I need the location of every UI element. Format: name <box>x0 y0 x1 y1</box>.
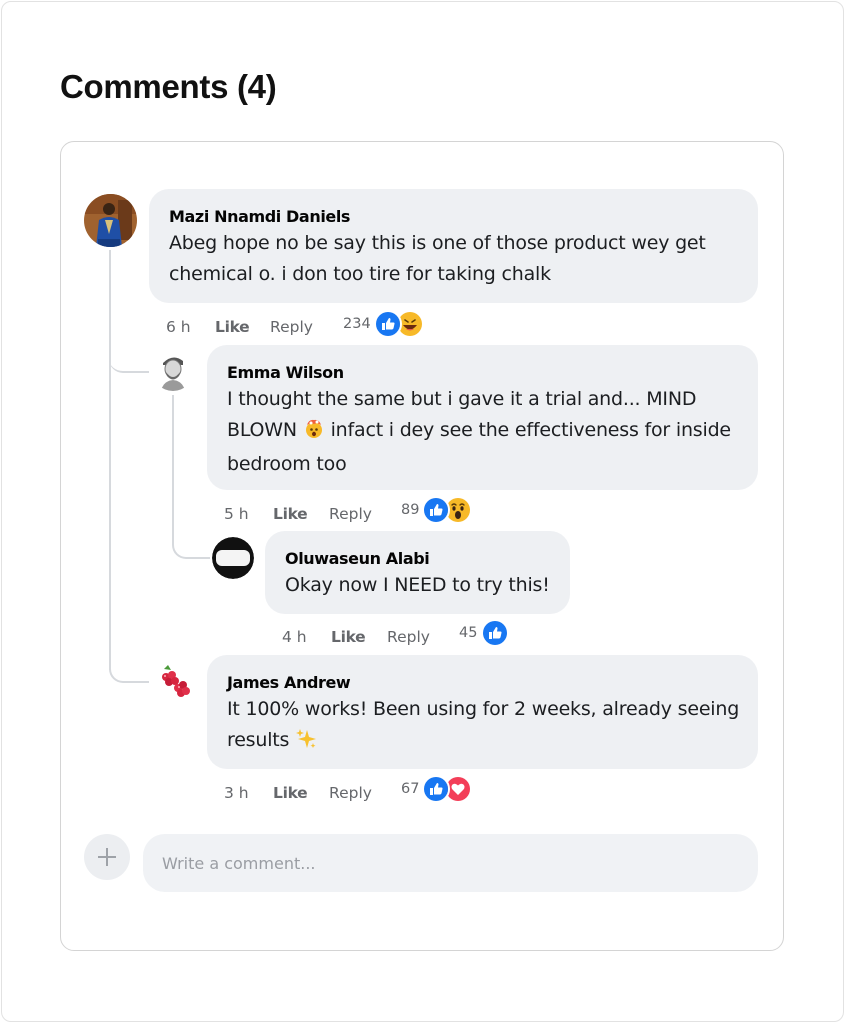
reaction-count[interactable]: 234 <box>343 316 371 332</box>
thread-connector-reply-4 <box>109 640 149 683</box>
like-button[interactable]: Like <box>331 628 366 646</box>
comment-text-line: bedroom too <box>227 453 347 475</box>
comment-text-line: results <box>227 729 290 751</box>
comment-text-line: Okay now I NEED to try this! <box>285 574 550 596</box>
comment-text-line: It 100% works! Been using for 2 weeks, a… <box>227 698 740 720</box>
comment-text: I thought the same but i gave it a trial… <box>227 384 731 480</box>
comment-author[interactable]: Oluwaseun Alabi <box>285 549 430 568</box>
comment-text: Okay now I NEED to try this! <box>285 570 550 601</box>
thread-connector-reply-1 <box>109 330 149 373</box>
reaction-count[interactable]: 67 <box>401 781 419 797</box>
comment-input[interactable] <box>143 834 758 892</box>
comment-text-line: BLOWN <box>227 419 297 441</box>
comment-author[interactable]: James Andrew <box>227 673 351 692</box>
like-icon[interactable] <box>481 619 509 647</box>
reaction-count[interactable]: 45 <box>459 625 477 641</box>
comment-text: Abeg hope no be say this is one of those… <box>169 228 706 290</box>
thread-line-main <box>109 250 111 670</box>
comment-author[interactable]: Emma Wilson <box>227 363 344 382</box>
exploding-head-emoji <box>303 417 325 449</box>
reply-button[interactable]: Reply <box>387 628 430 646</box>
thread-connector-reply-2 <box>172 520 210 559</box>
add-attachment-button[interactable] <box>84 834 130 880</box>
comment-time[interactable]: 6 h <box>166 318 191 336</box>
like-icon[interactable] <box>422 775 450 803</box>
like-button[interactable]: Like <box>273 505 308 523</box>
comment-text: It 100% works! Been using for 2 weeks, a… <box>227 694 739 759</box>
comment-author[interactable]: Mazi Nnamdi Daniels <box>169 207 350 226</box>
sparkles-emoji <box>295 727 317 759</box>
like-icon[interactable] <box>422 496 450 524</box>
reply-button[interactable]: Reply <box>270 318 313 336</box>
comment-text-line: I thought the same but i gave it a trial… <box>227 388 697 410</box>
reaction-count[interactable]: 89 <box>401 502 419 518</box>
like-icon[interactable] <box>374 310 402 338</box>
comment-time[interactable]: 4 h <box>282 628 307 646</box>
bearded-man-sketch-avatar[interactable] <box>152 349 194 391</box>
comment-text-line: Abeg hope no be say this is one of those… <box>169 232 706 254</box>
like-button[interactable]: Like <box>215 318 250 336</box>
reply-button[interactable]: Reply <box>329 784 372 802</box>
man-in-blue-attire-avatar[interactable] <box>84 194 137 247</box>
reply-button[interactable]: Reply <box>329 505 372 523</box>
page-title: Comments (4) <box>60 68 277 105</box>
thread-line-nested <box>172 395 174 525</box>
comment-text-line: chemical o. i don too tire for taking ch… <box>169 263 551 285</box>
comment-time[interactable]: 3 h <box>224 784 249 802</box>
like-button[interactable]: Like <box>273 784 308 802</box>
black-white-circle-avatar[interactable] <box>212 537 254 579</box>
raspberry-avatar[interactable] <box>154 661 194 701</box>
comment-text-line: infact i dey see the effectiveness for i… <box>330 419 732 441</box>
comment-time[interactable]: 5 h <box>224 505 249 523</box>
